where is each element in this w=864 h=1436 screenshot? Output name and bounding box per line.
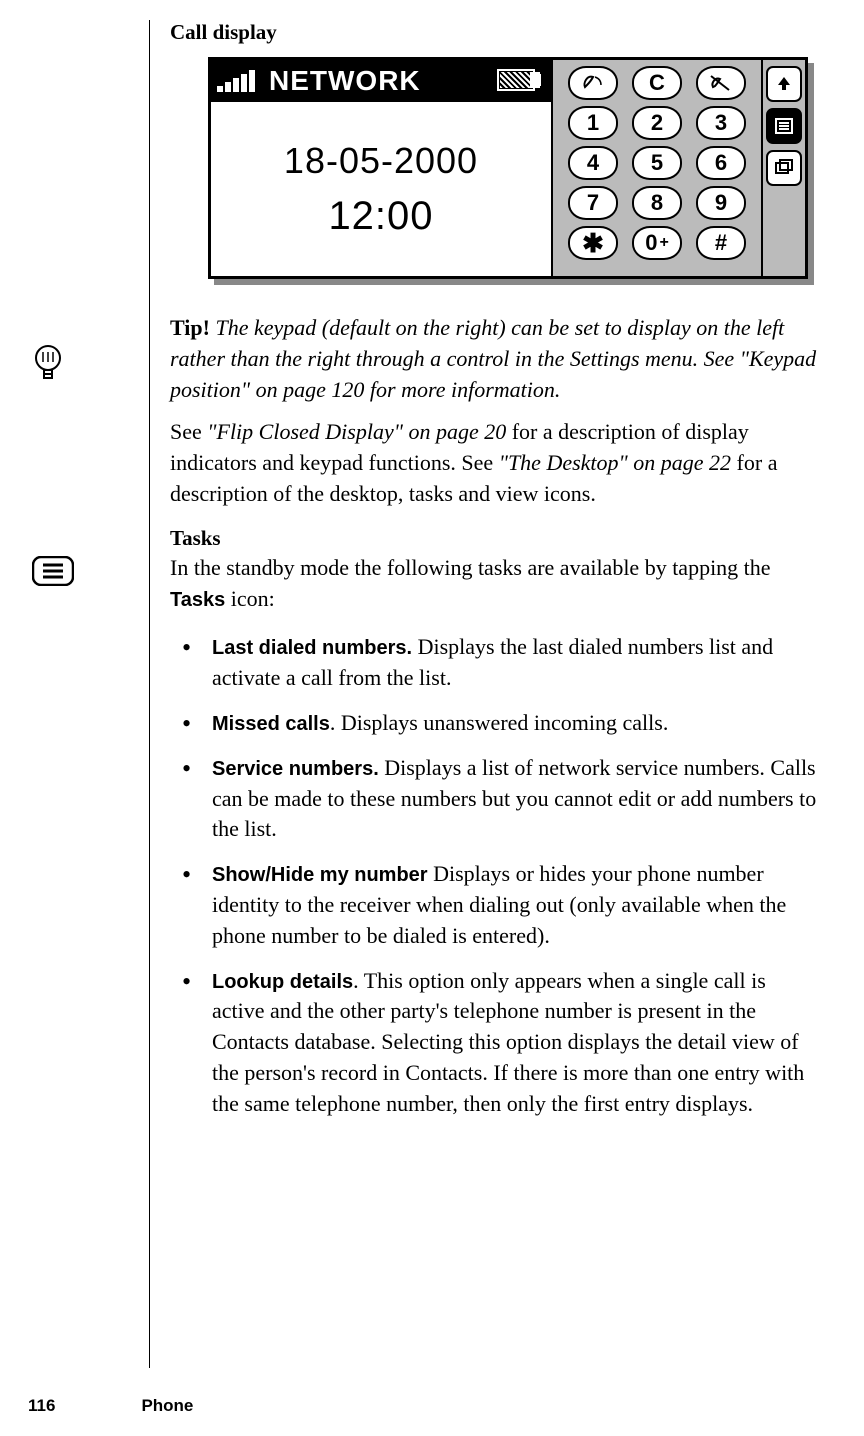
- list-item: Service numbers. Displays a list of netw…: [170, 753, 820, 845]
- network-title: NETWORK: [269, 65, 421, 97]
- footer-title: Phone: [141, 1396, 193, 1416]
- list-item: Missed calls. Displays unanswered incomi…: [170, 708, 820, 739]
- num-4-key[interactable]: 4: [568, 146, 618, 180]
- bullet-label: Lookup details: [212, 971, 353, 993]
- bullet-label: Show/Hide my number: [212, 864, 428, 886]
- bullet-label: Last dialed numbers.: [212, 637, 412, 659]
- num-1-key[interactable]: 1: [568, 106, 618, 140]
- hash-key[interactable]: #: [696, 226, 746, 260]
- battery-icon: [497, 69, 543, 91]
- bullet-label: Service numbers.: [212, 758, 379, 780]
- num-3-key[interactable]: 3: [696, 106, 746, 140]
- tip-paragraph: Tip! The keypad (default on the right) c…: [170, 313, 820, 405]
- toolbar-up-icon[interactable]: [766, 66, 802, 102]
- status-bar: NETWORK: [211, 60, 551, 102]
- phone-display-figure: NETWORK 18-05-2000 12:00 C: [208, 57, 822, 289]
- num-7-key[interactable]: 7: [568, 186, 618, 220]
- num-6-key[interactable]: 6: [696, 146, 746, 180]
- list-item: Last dialed numbers. Displays the last d…: [170, 632, 820, 694]
- num-0-key[interactable]: 0+: [632, 226, 682, 260]
- page-number: 116: [28, 1396, 55, 1416]
- tasks-margin-icon: [32, 556, 74, 586]
- display-time: 12:00: [328, 194, 433, 239]
- ref-desktop: "The Desktop" on page 22: [499, 450, 731, 475]
- num-9-key[interactable]: 9: [696, 186, 746, 220]
- end-call-key[interactable]: [696, 66, 746, 100]
- tasks-intro: In the standby mode the following tasks …: [170, 553, 820, 615]
- toolbar-list-icon[interactable]: [766, 108, 802, 144]
- tasks-intro-c: icon:: [225, 586, 275, 611]
- star-key[interactable]: ✱: [568, 226, 618, 260]
- tasks-heading: Tasks: [170, 526, 820, 551]
- num-5-key[interactable]: 5: [632, 146, 682, 180]
- page-footer: 116 Phone: [0, 1396, 864, 1416]
- num-8-key[interactable]: 8: [632, 186, 682, 220]
- list-item: Show/Hide my number Displays or hides yo…: [170, 859, 820, 951]
- signal-icon: [217, 70, 255, 92]
- clear-key[interactable]: C: [632, 66, 682, 100]
- vertical-rule: [149, 20, 150, 1368]
- ref-flip-closed: "Flip Closed Display" on page 20: [207, 419, 506, 444]
- bullet-text: . Displays unanswered incoming calls.: [330, 710, 669, 735]
- call-key[interactable]: [568, 66, 618, 100]
- tip-bulb-icon: [32, 344, 64, 384]
- tip-label: Tip!: [170, 315, 210, 340]
- toolbar-windows-icon[interactable]: [766, 150, 802, 186]
- list-item: Lookup details. This option only appears…: [170, 966, 820, 1120]
- see-paragraph: See "Flip Closed Display" on page 20 for…: [170, 417, 820, 509]
- tip-text: The keypad (default on the right) can be…: [170, 315, 816, 402]
- bullet-label: Missed calls: [212, 713, 330, 735]
- tasks-icon-name: Tasks: [170, 589, 225, 611]
- keypad: C 1 2 3 4 5 6 7 8 9: [551, 60, 761, 276]
- display-date: 18-05-2000: [284, 140, 478, 182]
- section-heading: Call display: [170, 20, 820, 45]
- see-text-a: See: [170, 419, 207, 444]
- tasks-intro-a: In the standby mode the following tasks …: [170, 555, 771, 580]
- tasks-list: Last dialed numbers. Displays the last d…: [170, 632, 820, 1119]
- toolbar: [761, 60, 805, 276]
- num-2-key[interactable]: 2: [632, 106, 682, 140]
